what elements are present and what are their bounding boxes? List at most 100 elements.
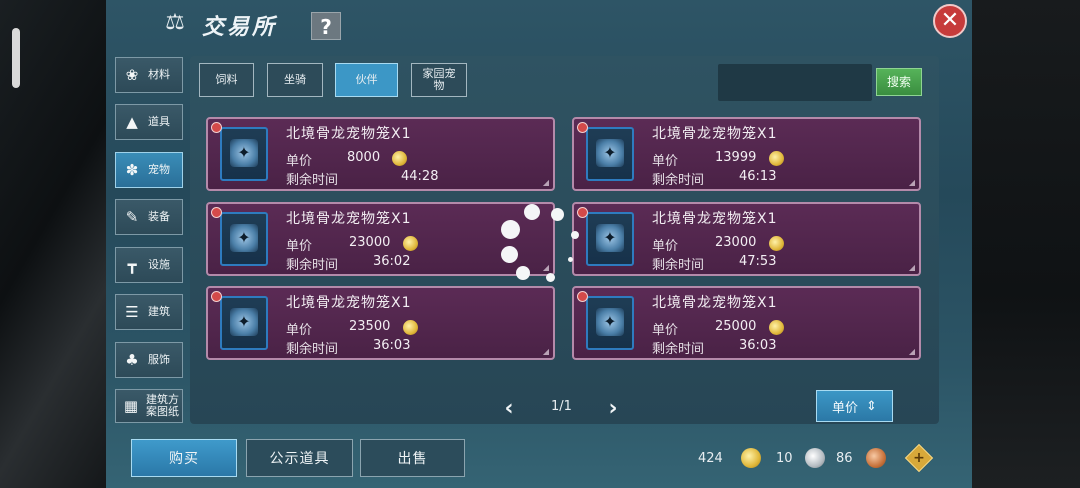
- item-icon: ▲: [126, 113, 138, 131]
- price-label: 单价: [652, 239, 679, 254]
- sidebar-item-blueprints[interactable]: ▦ 建筑方案图纸: [115, 389, 183, 423]
- time-label: 剩余时间: [286, 173, 339, 188]
- window-title: 交易所: [202, 14, 278, 40]
- help-button[interactable]: ?: [311, 12, 341, 40]
- sidebar-item-label: 设施: [148, 258, 170, 271]
- time-label: 剩余时间: [286, 258, 339, 273]
- badge-icon: [577, 291, 588, 302]
- badge-icon: [211, 207, 222, 218]
- pet-cage-thumbnail: ✦: [220, 127, 268, 181]
- sidebar-item-materials[interactable]: ❀ 材料: [115, 57, 183, 93]
- corner-mark-icon: ◢: [542, 347, 549, 356]
- loading-dot: [501, 220, 520, 239]
- sidebar-item-label: 服饰: [148, 353, 170, 366]
- page-indicator: 1/1: [551, 399, 572, 414]
- price-label: 单价: [652, 154, 679, 169]
- pet-cage-thumbnail: ✦: [220, 296, 268, 350]
- time-value: 46:13: [739, 169, 777, 184]
- materials-icon: ❀: [125, 66, 139, 84]
- sidebar-item-facilities[interactable]: ┳ 设施: [115, 247, 183, 283]
- bone-dragon-icon: ✦: [596, 224, 624, 252]
- sell-button[interactable]: 出售: [360, 439, 465, 477]
- sidebar-item-label: 建筑: [148, 305, 170, 318]
- gold-coin-icon: [403, 236, 418, 251]
- loading-dot: [524, 204, 540, 220]
- tab-mounts[interactable]: 坐骑: [267, 63, 323, 97]
- gold-coin-icon: [392, 151, 407, 166]
- background-right: [972, 0, 1080, 488]
- sort-by-price-button[interactable]: 单价 ⇕: [816, 390, 893, 422]
- facility-icon: ┳: [127, 256, 137, 274]
- sidebar-item-items[interactable]: ▲ 道具: [115, 104, 183, 140]
- scale-icon: ⚖: [165, 10, 185, 35]
- listing-name: 北境骨龙宠物笼X1: [652, 126, 778, 142]
- search-button[interactable]: 搜索: [876, 68, 922, 96]
- pet-cage-thumbnail: ✦: [220, 212, 268, 266]
- buy-button[interactable]: 购买: [131, 439, 237, 477]
- loading-dot: [551, 208, 564, 221]
- loading-dot: [568, 257, 573, 262]
- gold-coin-icon: [741, 448, 761, 468]
- price-value: 23000: [715, 235, 757, 250]
- time-value: 36:03: [373, 338, 411, 353]
- listing-name: 北境骨龙宠物笼X1: [286, 295, 412, 311]
- close-button[interactable]: ✕: [933, 4, 967, 38]
- sidebar-item-label: 建筑方案图纸: [146, 393, 179, 418]
- silver-amount: 10: [776, 451, 793, 466]
- listing-name: 北境骨龙宠物笼X1: [286, 126, 412, 142]
- sort-direction-icon: ⇕: [866, 398, 877, 414]
- price-value: 23500: [349, 319, 391, 334]
- time-value: 36:03: [739, 338, 777, 353]
- listing-card[interactable]: ✦ 北境骨龙宠物笼X1 单价 8000 剩余时间 44:28 ◢: [206, 117, 555, 191]
- tab-partners[interactable]: 伙伴: [335, 63, 398, 97]
- listing-card[interactable]: ✦ 北境骨龙宠物笼X1 单价 25000 剩余时间 36:03 ◢: [572, 286, 921, 360]
- time-value: 47:53: [739, 254, 777, 269]
- loading-dot: [546, 273, 555, 282]
- sidebar-item-clothing[interactable]: ♣ 服饰: [115, 342, 183, 378]
- loading-dot: [571, 231, 579, 239]
- badge-icon: [577, 122, 588, 133]
- blueprint-icon: ▦: [123, 397, 139, 415]
- building-icon: ☰: [125, 303, 139, 321]
- time-label: 剩余时间: [652, 342, 705, 357]
- bronze-amount: 86: [836, 451, 853, 466]
- bone-dragon-icon: ✦: [596, 308, 624, 336]
- price-label: 单价: [286, 154, 313, 169]
- sidebar-item-buildings[interactable]: ☰ 建筑: [115, 294, 183, 330]
- listing-card[interactable]: ✦ 北境骨龙宠物笼X1 单价 23000 剩余时间 36:02 ◢: [206, 202, 555, 276]
- next-page-button[interactable]: ›: [605, 396, 621, 421]
- pet-cage-thumbnail: ✦: [586, 212, 634, 266]
- pet-cage-thumbnail: ✦: [586, 296, 634, 350]
- badge-icon: [211, 122, 222, 133]
- gold-amount: 424: [698, 451, 723, 466]
- price-label: 单价: [286, 323, 313, 338]
- loading-dot: [516, 266, 530, 280]
- listing-card[interactable]: ✦ 北境骨龙宠物笼X1 单价 13999 剩余时间 46:13 ◢: [572, 117, 921, 191]
- sidebar-item-label: 材料: [148, 68, 170, 81]
- sidebar-item-label: 宠物: [148, 163, 170, 176]
- badge-icon: [211, 291, 222, 302]
- prev-page-button[interactable]: ‹: [501, 396, 517, 421]
- listing-card[interactable]: ✦ 北境骨龙宠物笼X1 单价 23500 剩余时间 36:03 ◢: [206, 286, 555, 360]
- price-label: 单价: [286, 239, 313, 254]
- listing-name: 北境骨龙宠物笼X1: [652, 295, 778, 311]
- time-label: 剩余时间: [652, 173, 705, 188]
- corner-mark-icon: ◢: [908, 347, 915, 356]
- bone-dragon-icon: ✦: [230, 139, 258, 167]
- sidebar-item-pets[interactable]: ✽ 宠物: [115, 152, 183, 188]
- tab-home-pets[interactable]: 家园宠物: [411, 63, 467, 97]
- search-input[interactable]: [718, 64, 872, 101]
- corner-mark-icon: ◢: [542, 263, 549, 272]
- listing-card[interactable]: ✦ 北境骨龙宠物笼X1 单价 23000 剩余时间 47:53 ◢: [572, 202, 921, 276]
- price-value: 13999: [715, 150, 757, 165]
- system-status-pill: [12, 28, 20, 88]
- tab-feed[interactable]: 饲料: [199, 63, 254, 97]
- bone-dragon-icon: ✦: [230, 224, 258, 252]
- corner-mark-icon: ◢: [908, 263, 915, 272]
- sidebar-item-equipment[interactable]: ✎ 装备: [115, 199, 183, 235]
- sidebar-item-label: 道具: [148, 115, 170, 128]
- time-label: 剩余时间: [652, 258, 705, 273]
- listing-name: 北境骨龙宠物笼X1: [652, 211, 778, 227]
- time-label: 剩余时间: [286, 342, 339, 357]
- public-items-button[interactable]: 公示道具: [246, 439, 353, 477]
